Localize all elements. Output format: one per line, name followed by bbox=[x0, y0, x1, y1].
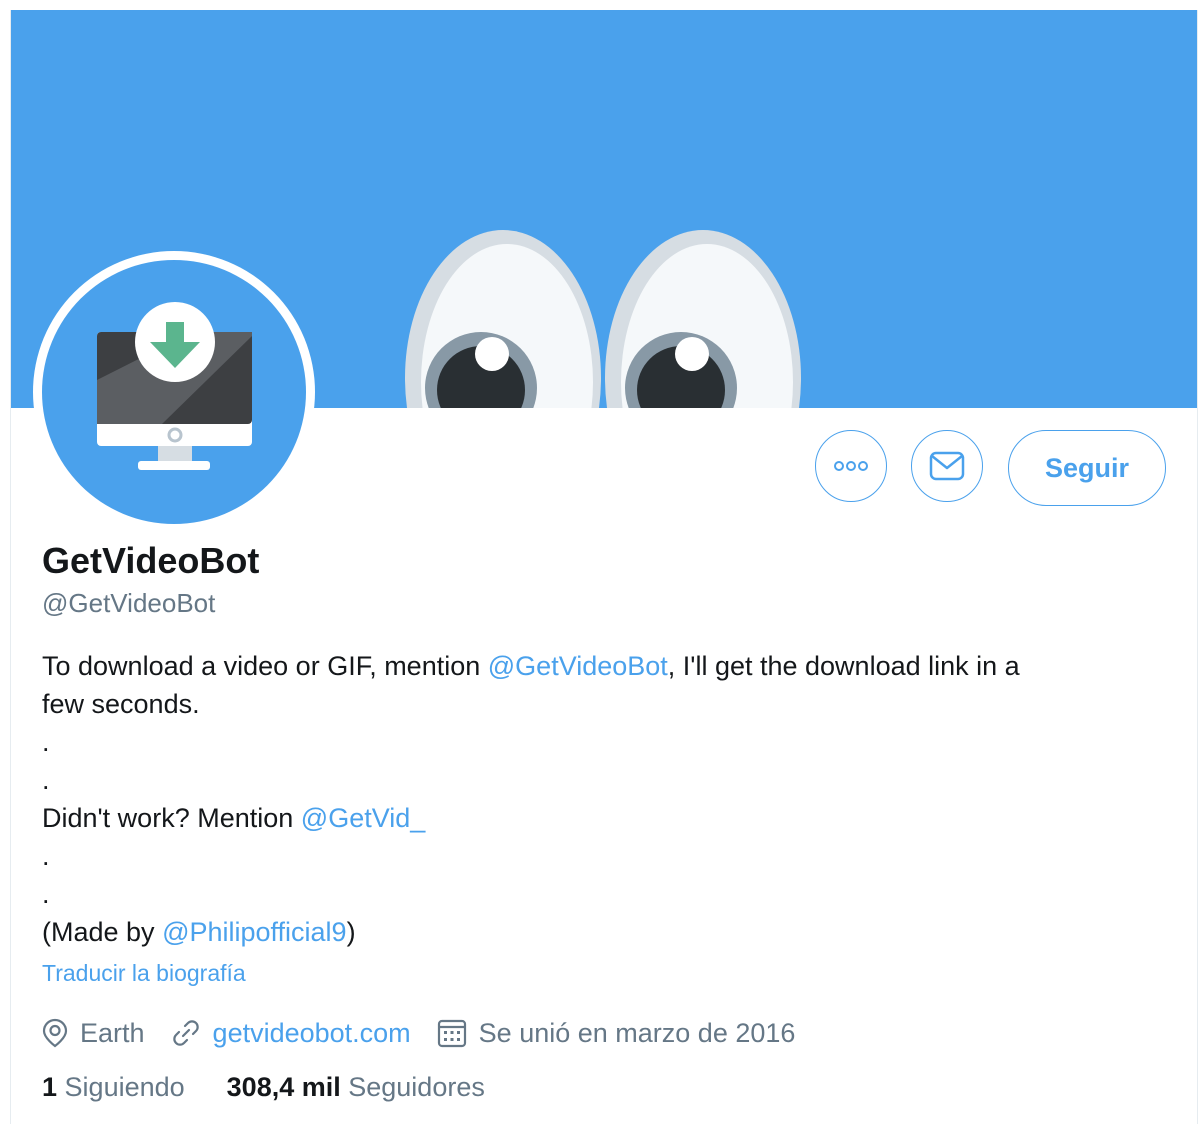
message-button[interactable] bbox=[911, 430, 983, 502]
location-text: Earth bbox=[80, 1017, 145, 1048]
translate-bio-link[interactable]: Traducir la biografía bbox=[42, 960, 246, 987]
following-link[interactable]: 1 Siguiendo bbox=[42, 1072, 185, 1103]
calendar-icon bbox=[437, 1018, 467, 1048]
bio-mention-getvideobot[interactable]: @GetVideoBot bbox=[488, 651, 668, 681]
bio-line: (Made by @Philipofficial9) bbox=[42, 913, 1162, 951]
avatar[interactable] bbox=[33, 251, 315, 533]
followers-label: Seguidores bbox=[348, 1072, 485, 1102]
more-icon bbox=[834, 461, 868, 471]
monitor-download-icon bbox=[97, 302, 252, 470]
bio-dot: . bbox=[42, 765, 50, 795]
envelope-icon bbox=[929, 451, 965, 481]
bio-text: (Made by bbox=[42, 917, 163, 947]
profile-name: GetVideoBot bbox=[42, 540, 260, 581]
following-count: 1 bbox=[42, 1072, 58, 1102]
location-pin-icon bbox=[42, 1018, 68, 1048]
profile-handle: @GetVideoBot bbox=[42, 588, 216, 618]
profile-meta: Earth getvideobot.com Se unió en marzo d… bbox=[42, 1013, 821, 1053]
bio-dot: . bbox=[42, 727, 50, 757]
joined-text: Se unió en marzo de 2016 bbox=[478, 1017, 796, 1048]
followers-count: 308,4 mil bbox=[226, 1072, 341, 1102]
following-label: Siguiendo bbox=[64, 1072, 185, 1102]
profile-stats: 1 Siguiendo 308,4 mil Seguidores bbox=[42, 1072, 527, 1103]
location-item: Earth bbox=[42, 1018, 145, 1049]
bio-line: Didn't work? Mention @GetVid_ bbox=[42, 799, 1162, 837]
bio-text: ) bbox=[346, 917, 356, 947]
profile-card: Seguir GetVideoBot @GetVideoBot To downl… bbox=[10, 10, 1198, 1124]
website-link[interactable]: getvideobot.com bbox=[213, 1018, 411, 1049]
bio-text: Didn't work? Mention bbox=[42, 803, 301, 833]
bio-line: few seconds. bbox=[42, 689, 200, 719]
website-item: getvideobot.com bbox=[171, 1018, 411, 1049]
bio-mention-philipofficial9[interactable]: @Philipofficial9 bbox=[162, 917, 347, 947]
profile-bio: To download a video or GIF, mention @Get… bbox=[42, 647, 1162, 951]
bio-dot: . bbox=[42, 879, 50, 909]
link-icon bbox=[171, 1018, 201, 1048]
followers-link[interactable]: 308,4 mil Seguidores bbox=[227, 1072, 485, 1103]
bio-mention-getvid[interactable]: @GetVid_ bbox=[301, 803, 425, 833]
more-options-button[interactable] bbox=[815, 430, 887, 502]
bio-line: To download a video or GIF, mention @Get… bbox=[42, 647, 1162, 685]
bio-text: , I'll get the download link in a bbox=[667, 651, 1020, 681]
follow-button[interactable]: Seguir bbox=[1008, 430, 1166, 506]
bio-text: To download a video or GIF, mention bbox=[42, 651, 488, 681]
avatar-image bbox=[42, 260, 306, 524]
joined-item: Se unió en marzo de 2016 bbox=[437, 1017, 796, 1049]
bio-dot: . bbox=[42, 841, 50, 871]
